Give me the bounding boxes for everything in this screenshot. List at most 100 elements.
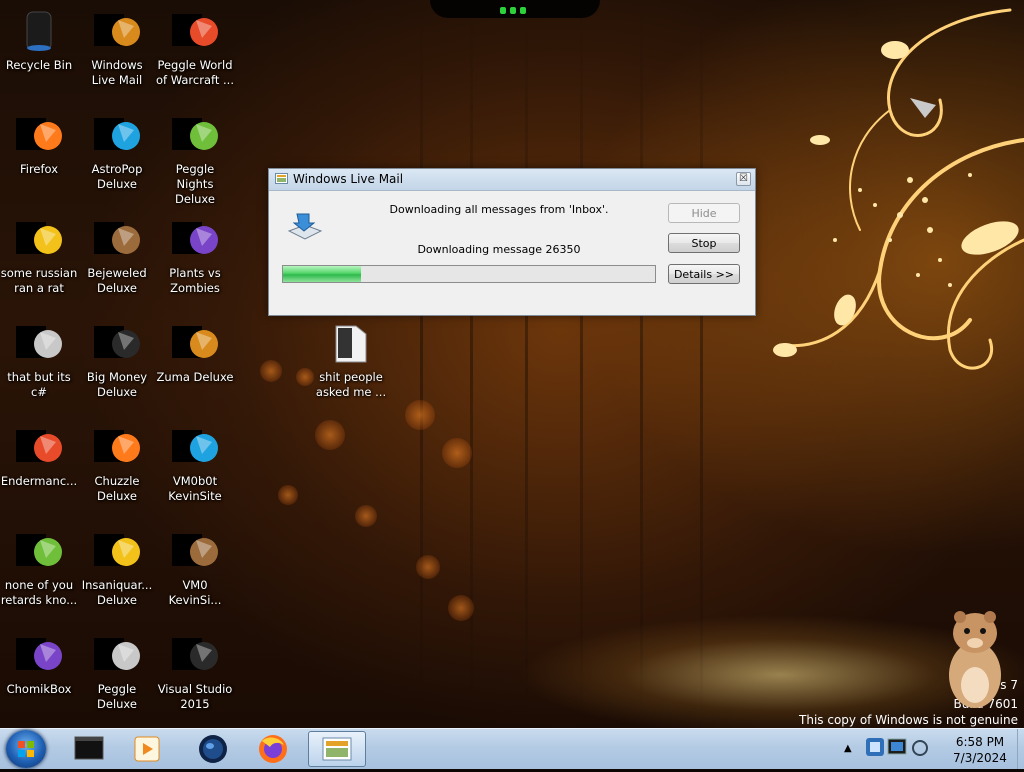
desktop-icon[interactable]: Peggle World of Warcraft ... — [156, 2, 234, 88]
stop-button[interactable]: Stop — [668, 233, 740, 253]
desktop-icon-label: VM0b0t KevinSite — [168, 474, 222, 503]
game-icon — [94, 424, 140, 470]
download-dialog[interactable]: Windows Live Mail ☒ Downloading all mess… — [268, 168, 756, 316]
desktop-icon[interactable]: Recycle Bin — [0, 2, 78, 73]
desktop-icon-label: Bejeweled Deluxe — [87, 266, 147, 295]
dialog-title: Windows Live Mail — [293, 172, 404, 186]
start-button[interactable] — [6, 730, 46, 768]
tray-expand-arrow[interactable]: ▲ — [844, 743, 852, 754]
green-indicator — [520, 7, 526, 14]
desktop-icon[interactable]: VM0 KevinSi... — [156, 522, 234, 608]
hamster-sticker — [949, 611, 1001, 708]
watermark-line: This copy of Windows is not genuine — [799, 713, 1018, 727]
desktop-icon[interactable]: shit people asked me ... — [312, 314, 390, 400]
green-indicator — [500, 7, 506, 14]
plant-icon — [172, 216, 218, 262]
desktop-icon[interactable]: AstroPop Deluxe — [78, 106, 156, 192]
desktop-icon-label: that but its c# — [7, 370, 71, 399]
gem-icon — [94, 216, 140, 262]
desktop-icon-label: Recycle Bin — [5, 58, 73, 72]
windows-live-mail-icon — [275, 173, 288, 184]
details-button[interactable]: Details >> — [668, 264, 740, 284]
desktop-icon[interactable]: Chuzzle Deluxe — [78, 418, 156, 504]
desktop-icon-label: VM0 KevinSi... — [168, 578, 222, 607]
desktop-icon-label: none of you retards kno... — [0, 578, 78, 607]
peggle-icon — [94, 632, 140, 678]
taskbar-cmd[interactable] — [62, 731, 116, 767]
desktop-icon[interactable]: Windows Live Mail — [78, 2, 156, 88]
globe-icon — [199, 735, 227, 763]
firefox-icon — [259, 735, 287, 763]
desktop-icon[interactable]: Plants vs Zombies — [156, 210, 234, 296]
taskbar-media-player[interactable] — [120, 731, 174, 767]
desktop-icon[interactable]: Peggle Deluxe — [78, 626, 156, 712]
app-icon — [16, 424, 62, 470]
folder-icon — [328, 320, 374, 366]
clock-date[interactable]: 7/3/2024 — [940, 751, 1020, 765]
desktop-icon[interactable]: Bejeweled Deluxe — [78, 210, 156, 296]
progress-text: Downloading message 26350 — [417, 243, 581, 256]
desktop-icon[interactable]: Insaniquar... Deluxe — [78, 522, 156, 608]
top-notch — [430, 0, 600, 18]
bokeh-light — [315, 420, 345, 450]
show-desktop-button[interactable] — [1017, 729, 1024, 769]
desktop-icon-label: Windows Live Mail — [91, 58, 143, 87]
mail-icon — [94, 8, 140, 54]
status-text: Downloading all messages from 'Inbox'. — [389, 203, 609, 216]
desktop-icon-label: Endermanc... — [0, 474, 78, 488]
desktop-icon-label: Peggle World of Warcraft ... — [156, 58, 234, 87]
desktop-icon-label: Firefox — [19, 162, 59, 176]
desktop-icon-label: shit people asked me ... — [315, 370, 387, 399]
desktop-icon-label: Big Money Deluxe — [86, 370, 148, 399]
desktop-icon-label: Zuma Deluxe — [156, 370, 234, 384]
tray-icons[interactable] — [864, 735, 930, 761]
desktop-icon-label: AstroPop Deluxe — [91, 162, 143, 191]
taskbar: ▲ 6:58 PM 7/3/2024 — [0, 728, 1024, 769]
desktop-icon[interactable]: Peggle Nights Deluxe — [156, 106, 234, 207]
download-progress-bar — [282, 265, 656, 283]
desktop-icon[interactable]: that but its c# — [0, 314, 78, 400]
firefox-icon — [16, 112, 62, 158]
desktop-icon[interactable]: none of you retards kno... — [0, 522, 78, 608]
taskbar-windows-live-mail[interactable] — [308, 731, 366, 767]
app-icon — [16, 320, 62, 366]
taskbar-firefox[interactable] — [246, 731, 300, 767]
dialog-titlebar[interactable]: Windows Live Mail ☒ — [269, 169, 755, 191]
desktop-icon[interactable]: Zuma Deluxe — [156, 314, 234, 385]
desktop-icon[interactable]: Big Money Deluxe — [78, 314, 156, 400]
game-icon — [94, 320, 140, 366]
app-icon — [172, 424, 218, 470]
hide-button[interactable]: Hide — [668, 203, 740, 223]
visual-studio-icon — [172, 632, 218, 678]
file-icon — [172, 528, 218, 574]
clock-time[interactable]: 6:58 PM — [940, 735, 1020, 749]
desktop-icon[interactable]: Visual Studio 2015 — [156, 626, 234, 712]
peggle-icon — [172, 8, 218, 54]
windows-live-mail-icon — [322, 737, 352, 761]
desktop-icon[interactable]: ChomikBox — [0, 626, 78, 697]
media-player-icon — [134, 736, 160, 762]
wallpaper-streak — [580, 0, 583, 728]
desktop-icon-label: some russian ran a rat — [0, 266, 78, 295]
desktop-icon[interactable]: some russian ran a rat — [0, 210, 78, 296]
wallpaper-streak — [640, 0, 643, 728]
desktop-icon-label: Plants vs Zombies — [169, 266, 221, 295]
wallpaper-streak — [525, 0, 528, 728]
recycle-bin-icon — [16, 8, 62, 54]
desktop-icon[interactable]: Firefox — [0, 106, 78, 177]
game-icon — [94, 112, 140, 158]
bokeh-light — [442, 438, 472, 468]
desktop[interactable]: Recycle Bin Windows Live Mail Peggle World… — [0, 0, 1024, 728]
desktop-icon[interactable]: Endermanc... — [0, 418, 78, 489]
desktop-icon-label: Peggle Nights Deluxe — [175, 162, 215, 206]
cmd-icon — [74, 736, 104, 760]
peggle-icon — [172, 112, 218, 158]
wallpaper-streak — [420, 0, 423, 728]
progress-fill — [283, 266, 362, 282]
close-button[interactable]: ☒ — [736, 172, 751, 186]
taskbar-globe[interactable] — [186, 731, 240, 767]
desktop-icon-label: ChomikBox — [6, 682, 72, 696]
desktop-icon[interactable]: VM0b0t KevinSite — [156, 418, 234, 504]
green-indicator — [510, 7, 516, 14]
desktop-icon-label: Insaniquar... Deluxe — [81, 578, 153, 607]
